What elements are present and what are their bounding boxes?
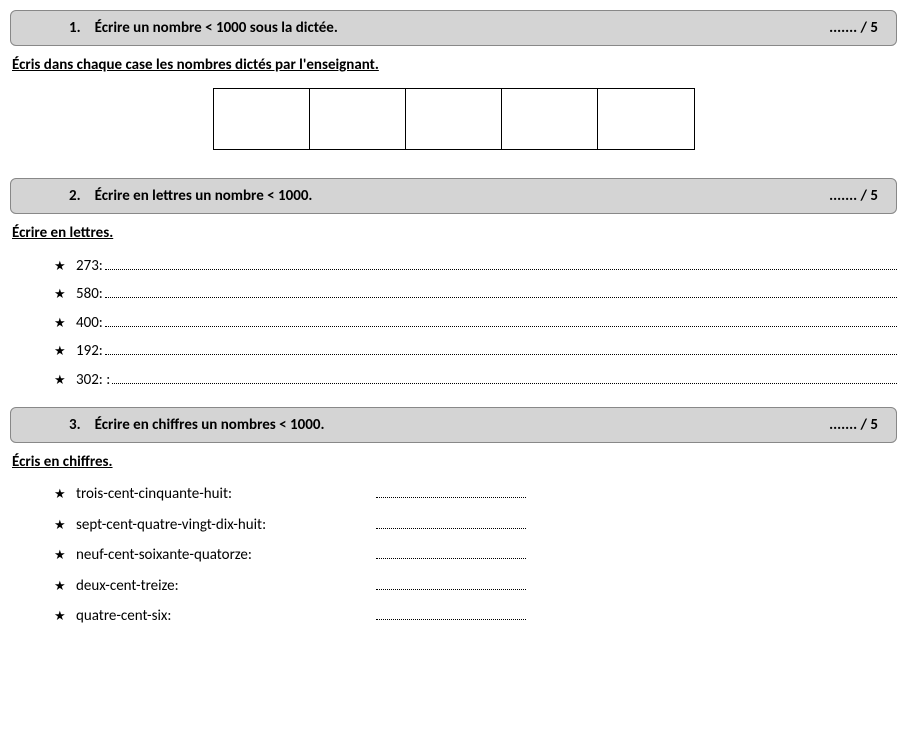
dictation-cell[interactable] [310, 89, 406, 149]
section-2-header: 2. Écrire en lettres un nombre < 1000. .… [10, 178, 897, 214]
answer-line[interactable] [376, 546, 526, 560]
star-icon: ★ [54, 259, 76, 274]
section-3-header: 3. Écrire en chiffres un nombres < 1000.… [10, 407, 897, 443]
star-icon: ★ [54, 579, 76, 594]
section-2-title: Écrire en lettres un nombre < 1000. [95, 187, 313, 205]
list-item: ★ trois-cent-cinquante-huit: [54, 485, 897, 504]
list-item: ★ neuf-cent-soixante-quatorze: [54, 546, 897, 565]
section-1-num: 1. [69, 19, 81, 37]
star-icon: ★ [54, 518, 76, 533]
dictation-cell[interactable] [598, 89, 694, 149]
section-3-instruction: Écris en chiffres. [12, 453, 897, 471]
star-icon: ★ [54, 287, 76, 302]
section-1-title-wrap: 1. Écrire un nombre < 1000 sous la dicté… [69, 19, 338, 37]
dictation-cell[interactable] [214, 89, 310, 149]
section-1-score: ....... / 5 [829, 19, 878, 37]
section-3-score: ....... / 5 [829, 416, 878, 434]
section-1-title: Écrire un nombre < 1000 sous la dictée. [95, 19, 338, 37]
list-item: ★ quatre-cent-six: [54, 607, 897, 626]
list-item: ★ deux-cent-treize: [54, 576, 897, 595]
section-1-instruction: Écris dans chaque case les nombres dicté… [12, 56, 897, 74]
section-1-header: 1. Écrire un nombre < 1000 sous la dicté… [10, 10, 897, 46]
star-icon: ★ [54, 316, 76, 331]
dictation-cell[interactable] [406, 89, 502, 149]
star-icon: ★ [54, 548, 76, 563]
section-2-score: ....... / 5 [829, 187, 878, 205]
dictation-boxes-row [10, 88, 897, 150]
star-icon: ★ [54, 609, 76, 624]
lettres-label: 273: [76, 257, 103, 275]
chiffres-label: trois-cent-cinquante-huit: [76, 485, 376, 503]
star-icon: ★ [54, 344, 76, 359]
section-2-num: 2. [69, 187, 81, 205]
dictation-cell[interactable] [502, 89, 598, 149]
chiffres-label: neuf-cent-soixante-quatorze: [76, 546, 376, 564]
section-3-title: Écrire en chiffres un nombres < 1000. [95, 416, 325, 434]
answer-line[interactable] [105, 313, 897, 327]
section-2-title-wrap: 2. Écrire en lettres un nombre < 1000. [69, 187, 312, 205]
star-icon: ★ [54, 487, 76, 502]
answer-line[interactable] [376, 485, 526, 499]
star-icon: ★ [54, 373, 76, 388]
section-3-num: 3. [69, 416, 81, 434]
chiffres-label: quatre-cent-six: [76, 607, 376, 625]
chiffres-label: sept-cent-quatre-vingt-dix-huit: [76, 516, 376, 534]
list-item: ★ 273: [54, 256, 897, 275]
list-item: ★ 400: [54, 313, 897, 332]
lettres-label: 400: [76, 314, 103, 332]
lettres-label: 192: [76, 342, 103, 360]
answer-line[interactable] [376, 515, 526, 529]
chiffres-list: ★ trois-cent-cinquante-huit: ★ sept-cent… [54, 485, 897, 626]
list-item: ★ 580: [54, 285, 897, 304]
section-3-title-wrap: 3. Écrire en chiffres un nombres < 1000. [69, 416, 324, 434]
lettres-list: ★ 273: ★ 580: ★ 400: ★ 192: ★ 302: : [54, 256, 897, 389]
lettres-label: 580: [76, 285, 103, 303]
dictation-boxes [213, 88, 695, 150]
answer-line[interactable] [376, 576, 526, 590]
section-2-instruction: Écrire en lettres. [12, 224, 897, 242]
list-item: ★ sept-cent-quatre-vingt-dix-huit: [54, 515, 897, 534]
chiffres-label: deux-cent-treize: [76, 577, 376, 595]
answer-line[interactable] [105, 342, 897, 356]
answer-line[interactable] [105, 256, 897, 270]
answer-line[interactable] [112, 370, 897, 384]
list-item: ★ 302: : [54, 370, 897, 389]
lettres-label: 302: : [76, 371, 110, 389]
list-item: ★ 192: [54, 342, 897, 361]
answer-line[interactable] [376, 607, 526, 621]
answer-line[interactable] [105, 285, 897, 299]
